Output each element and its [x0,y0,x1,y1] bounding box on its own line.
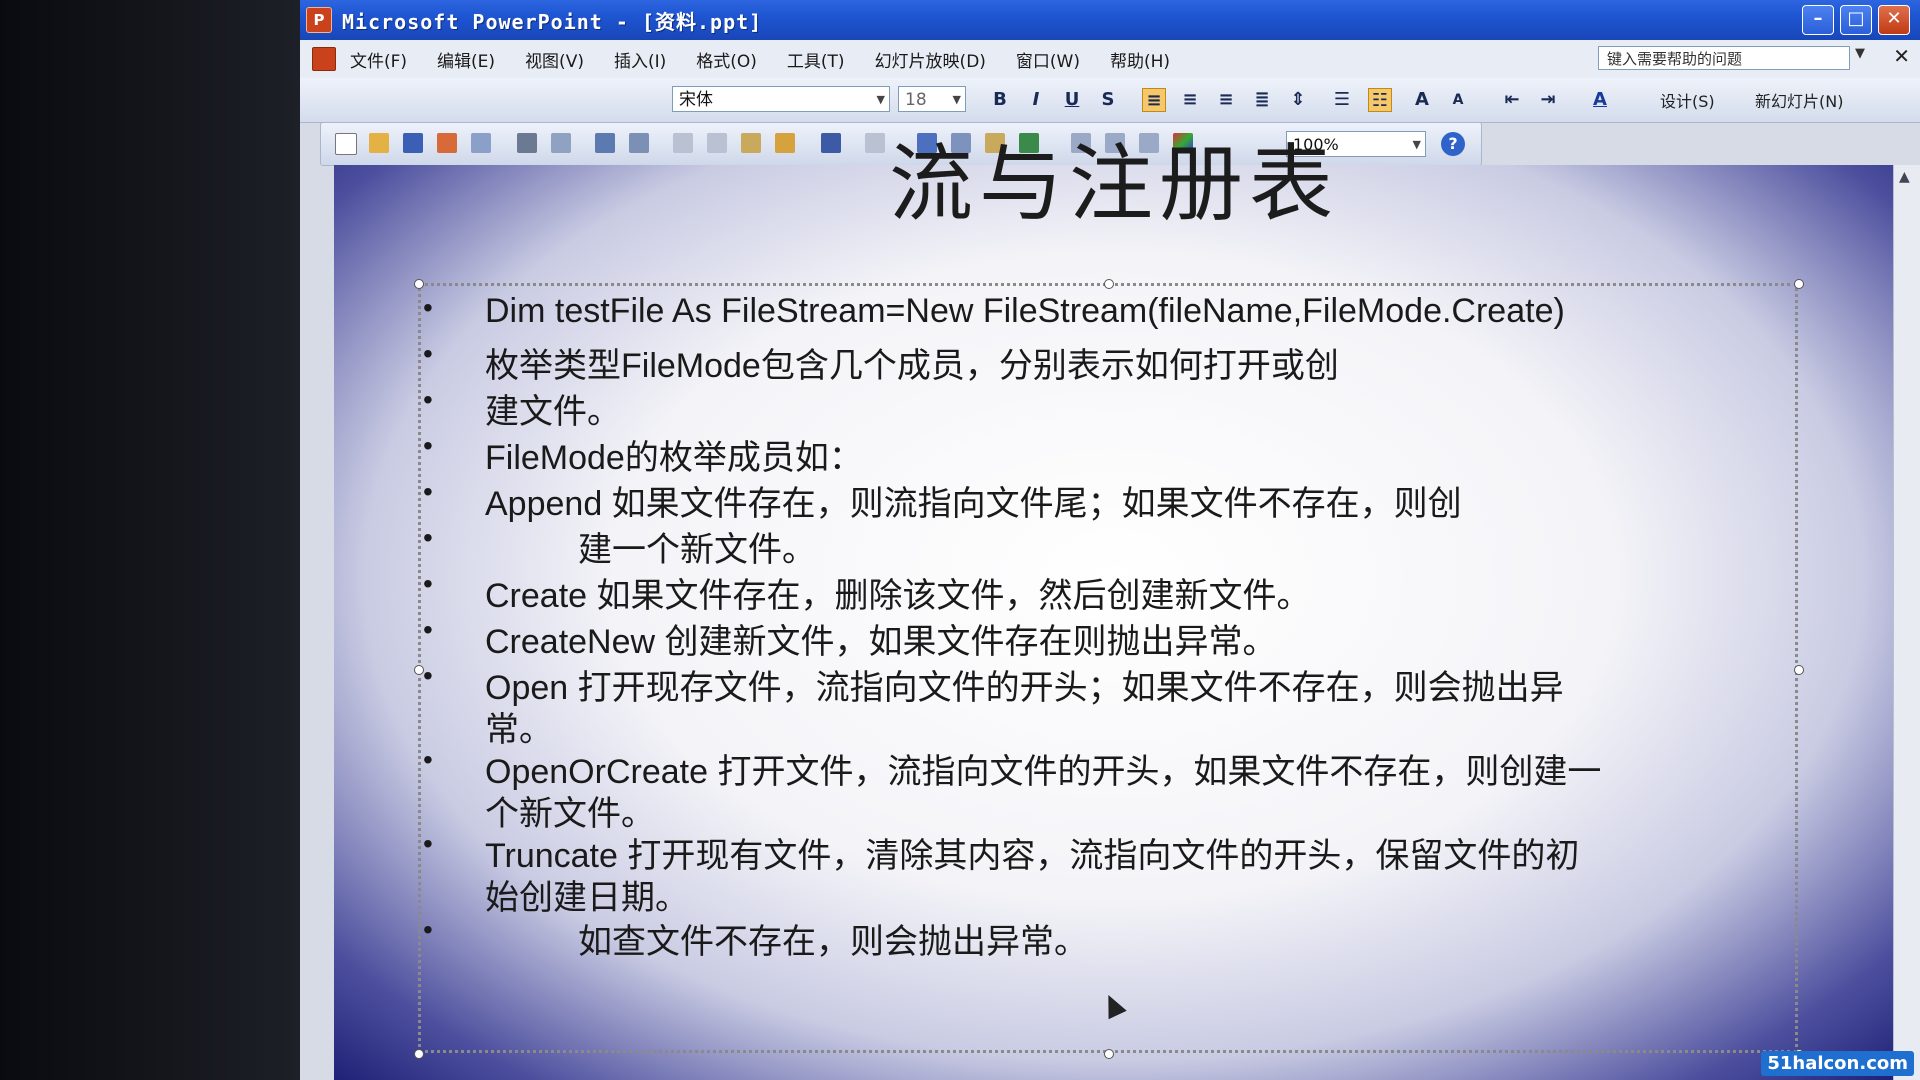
decrease-indent-icon[interactable]: ⇤ [1500,88,1524,112]
watermark: 51halcon.com [1761,1051,1914,1076]
chevron-down-icon[interactable]: ▼ [1855,46,1865,61]
justify-icon[interactable]: ≣ [1250,88,1274,112]
resize-handle[interactable] [1794,665,1804,675]
resize-handle[interactable] [1104,279,1114,289]
resize-handle[interactable] [1794,279,1804,289]
align-right-icon[interactable]: ≡ [1214,88,1238,112]
menu-file[interactable]: 文件(F) [350,47,407,72]
increase-indent-icon[interactable]: ⇥ [1536,88,1560,112]
bold-button[interactable]: B [988,88,1012,112]
close-button[interactable]: ✕ [1878,5,1910,35]
scroll-up-icon[interactable]: ▲ [1899,169,1910,185]
numbered-list-icon[interactable]: ☰ [1330,88,1354,112]
resize-handle[interactable] [1104,1049,1114,1059]
menu-view[interactable]: 视图(V) [525,47,584,72]
chevron-down-icon: ▼ [876,93,885,106]
menu-insert[interactable]: 插入(I) [614,47,666,72]
font-value: 宋体 [679,90,713,110]
font-select[interactable]: 宋体 ▼ [672,86,890,112]
italic-button[interactable]: I [1024,88,1048,112]
line-spacing-icon[interactable]: ⇕ [1286,88,1310,112]
help-search-input[interactable]: 键入需要帮助的问题 [1598,46,1850,70]
design-button[interactable]: 设计(S) [1660,88,1715,112]
shadow-button[interactable]: S [1096,88,1120,112]
background-desk [0,0,300,1080]
new-slide-button[interactable]: 新幻灯片(N) [1755,88,1843,112]
font-size-value: 18 [905,90,927,110]
resize-handle[interactable] [414,279,424,289]
menu-help[interactable]: 帮助(H) [1110,47,1170,72]
menu-tools[interactable]: 工具(T) [787,47,845,72]
slide-title[interactable]: 流与注册表 [334,117,1894,238]
increase-font-icon[interactable]: A [1410,88,1434,112]
menu-edit[interactable]: 编辑(E) [437,47,495,72]
font-color-icon[interactable]: A [1588,88,1612,112]
decrease-font-icon[interactable]: A [1446,88,1470,112]
title-bar: P Microsoft PowerPoint - [资料.ppt] – □ ✕ [300,0,1920,40]
align-center-icon[interactable]: ≡ [1178,88,1202,112]
menu-slideshow[interactable]: 幻灯片放映(D) [875,47,986,72]
bullet-list-icon[interactable]: ☷ [1368,88,1392,112]
list-item-continuation: 始创建日期。 [485,879,689,917]
vertical-scrollbar[interactable]: ▲ ▼ [1893,165,1920,1080]
document-icon[interactable] [312,47,336,71]
menu-bar: 文件(F) 编辑(E) 视图(V) 插入(I) 格式(O) 工具(T) 幻灯片放… [300,40,1920,79]
menu-format[interactable]: 格式(O) [696,47,757,72]
underline-button[interactable]: U [1060,88,1084,112]
resize-handle[interactable] [414,1049,424,1059]
powerpoint-icon[interactable]: P [306,7,332,33]
align-left-icon[interactable]: ≡ [1142,88,1166,112]
maximize-button[interactable]: □ [1840,5,1872,35]
font-size-select[interactable]: 18 ▼ [898,86,966,112]
window-title: Microsoft PowerPoint - [资料.ppt] [342,9,763,34]
chevron-down-icon: ▼ [952,93,961,106]
menu-window[interactable]: 窗口(W) [1016,47,1080,72]
minimize-button[interactable]: – [1802,5,1834,35]
close-icon[interactable]: ✕ [1893,44,1910,68]
